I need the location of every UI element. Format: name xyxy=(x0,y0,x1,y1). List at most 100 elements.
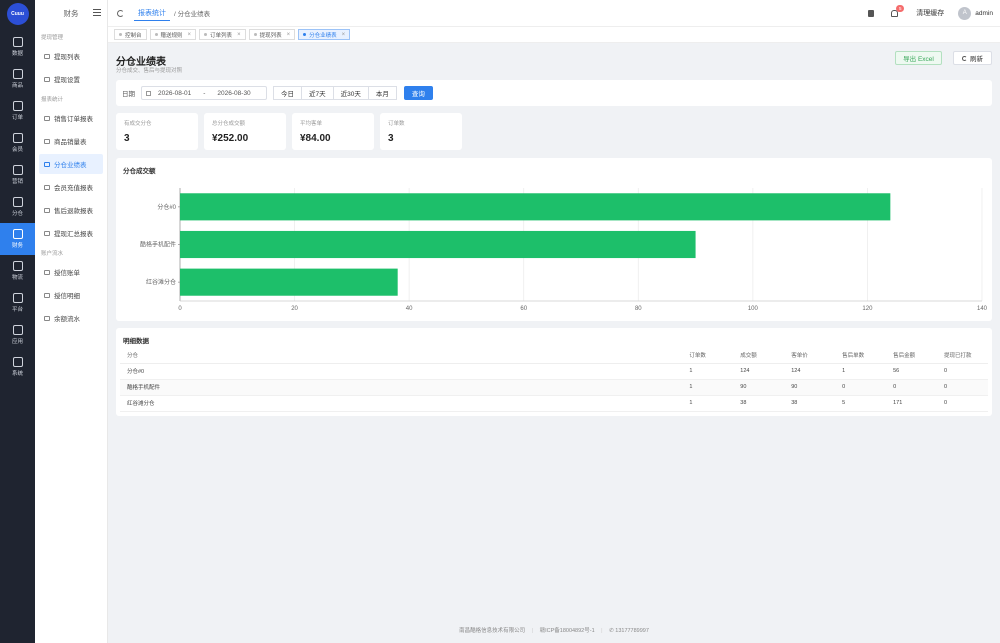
submenu-item[interactable]: 商品销量表 xyxy=(39,131,103,151)
book-icon[interactable] xyxy=(868,9,875,17)
x-tick-label: 60 xyxy=(520,306,527,312)
menu-item-icon xyxy=(44,292,50,298)
close-icon[interactable]: × xyxy=(237,32,241,38)
bar[interactable] xyxy=(180,230,696,259)
tab-item[interactable]: 提现列表 × xyxy=(248,29,296,40)
submenu-item[interactable]: 会员充值报表 xyxy=(39,177,103,197)
submenu-item-label: 会员充值报表 xyxy=(54,185,93,192)
close-icon[interactable]: × xyxy=(342,32,346,38)
menu-item-icon xyxy=(44,230,50,236)
menu-item-icon xyxy=(44,207,50,213)
table-cell: 1 xyxy=(682,363,734,380)
phone-icon: ✆ xyxy=(609,628,614,634)
bar[interactable] xyxy=(180,268,398,296)
refresh-button[interactable]: 刷新 xyxy=(953,51,992,65)
quick-range-button[interactable]: 本月 xyxy=(367,86,397,100)
rail-item-6[interactable]: 财务 xyxy=(0,223,35,255)
table-header-cell: 售后单数 xyxy=(835,347,887,364)
breadcrumb-active[interactable]: 报表统计 xyxy=(134,5,170,21)
x-tick-label: 140 xyxy=(977,306,988,312)
menu-item-icon xyxy=(44,138,50,144)
table-cell: 5 xyxy=(835,395,887,412)
rail-item-label: 分仓 xyxy=(11,211,23,217)
export-excel-button[interactable]: 导出 Excel xyxy=(895,51,942,65)
rail-item-label: 平台 xyxy=(11,307,23,313)
bag-icon xyxy=(12,69,23,79)
table-cell: 171 xyxy=(886,395,938,412)
rail-item-8[interactable]: 平台 xyxy=(0,287,35,319)
y-category-label: 红谷滩分仓 xyxy=(146,278,176,286)
rail-item-10[interactable]: 系统 xyxy=(0,351,35,383)
rail-item-label: 商品 xyxy=(11,83,23,89)
submenu-item-label: 销售订单报表 xyxy=(54,116,93,123)
stat-value: ¥252.00 xyxy=(212,133,249,144)
rail-item-9[interactable]: 应用 xyxy=(0,319,35,351)
table-cell: 124 xyxy=(733,363,785,380)
submenu-item-label: 余额流水 xyxy=(54,316,80,323)
query-button[interactable]: 查询 xyxy=(403,86,433,100)
submenu-item[interactable]: 销售订单报表 xyxy=(39,108,103,128)
tab-item[interactable]: 控制台 xyxy=(114,29,147,40)
menu-item-icon xyxy=(44,315,50,321)
app-logo[interactable]: Cuuu xyxy=(6,3,29,25)
date-range-picker[interactable]: 2026-08-01 - 2026-08-30 xyxy=(141,86,267,100)
tab-item[interactable]: 订单列表 × xyxy=(199,29,246,40)
filter-bar: 日期 2026-08-01 - 2026-08-30 今日 近7天 近30天 本月 查… xyxy=(116,80,992,106)
username[interactable]: admin xyxy=(975,10,993,17)
rail-item-5[interactable]: 分仓 xyxy=(0,191,35,223)
footer-company: 南昌酷格信息技术有限公司 xyxy=(459,628,526,634)
bar[interactable] xyxy=(180,193,891,221)
tab-dot-icon xyxy=(303,33,307,36)
stat-label: 订单数 xyxy=(388,121,405,127)
submenu-item[interactable]: 授信明细 xyxy=(39,285,103,305)
quick-range-button[interactable]: 近30天 xyxy=(332,86,369,100)
tab-label: 赠送规则 xyxy=(160,32,183,39)
submenu-item[interactable]: 提现设置 xyxy=(39,69,103,89)
menu-collapse-icon[interactable] xyxy=(93,9,101,16)
submenu-item[interactable]: 余额流水 xyxy=(39,308,103,328)
rail-item-3[interactable]: 会员 xyxy=(0,127,35,159)
rail-item-2[interactable]: 订单 xyxy=(0,95,35,127)
close-icon[interactable]: × xyxy=(287,32,291,38)
rail-item-label: 会员 xyxy=(11,147,23,153)
submenu-header: 财务 xyxy=(35,0,107,27)
quick-range-button[interactable]: 今日 xyxy=(273,86,302,100)
table-cell: 38 xyxy=(733,395,785,412)
rail-item-1[interactable]: 商品 xyxy=(0,63,35,95)
quick-range-group: 今日 近7天 近30天 本月 xyxy=(273,86,397,100)
rail-item-label: 财务 xyxy=(11,243,23,249)
tab-label: 提现列表 xyxy=(259,32,282,39)
submenu-item[interactable]: 分仓业绩表 xyxy=(39,154,103,174)
rail-item-label: 营销 xyxy=(11,179,23,185)
avatar[interactable]: A xyxy=(958,6,972,20)
tab-dot-icon xyxy=(204,33,208,36)
table-title: 明细数据 xyxy=(123,338,149,345)
building-icon xyxy=(12,197,23,207)
x-tick-label: 0 xyxy=(178,306,182,312)
submenu-item[interactable]: 提现汇总报表 xyxy=(39,223,103,243)
bell-icon[interactable]: 5 xyxy=(891,4,905,17)
table-row: 分仓#0 1 124 124 1 56 0 xyxy=(120,363,988,380)
tab-item[interactable]: 赠送规则 × xyxy=(149,29,197,40)
quick-range-button[interactable]: 近7天 xyxy=(301,86,334,100)
x-tick-label: 100 xyxy=(748,306,759,312)
submenu-item[interactable]: 售后退款报表 xyxy=(39,200,103,220)
rail-item-4[interactable]: 营销 xyxy=(0,159,35,191)
clear-cache-button[interactable]: 清理缓存 xyxy=(916,8,944,18)
footer: 南昌酷格信息技术有限公司 | 赣ICP备18004892号-1 | ✆ 1317… xyxy=(459,628,649,634)
chart-icon xyxy=(12,37,23,47)
start-date[interactable]: 2026-08-01 xyxy=(158,90,191,97)
reload-icon[interactable] xyxy=(117,9,124,17)
end-date[interactable]: 2026-08-30 xyxy=(217,90,250,97)
submenu-item[interactable]: 提现列表 xyxy=(39,46,103,66)
tab-item[interactable]: 分仓业绩表 × xyxy=(298,29,351,40)
submenu-item[interactable]: 授信账单 xyxy=(39,262,103,282)
menu-item-icon xyxy=(44,184,50,190)
submenu-item-label: 商品销量表 xyxy=(54,139,87,146)
close-icon[interactable]: × xyxy=(188,32,192,38)
table-cell: 0 xyxy=(937,379,988,396)
rail-item-0[interactable]: 数据 xyxy=(0,31,35,63)
footer-icp[interactable]: 赣ICP备18004892号-1 xyxy=(540,628,595,634)
rail-item-7[interactable]: 物流 xyxy=(0,255,35,287)
table-header-cell: 成交额 xyxy=(733,347,785,364)
